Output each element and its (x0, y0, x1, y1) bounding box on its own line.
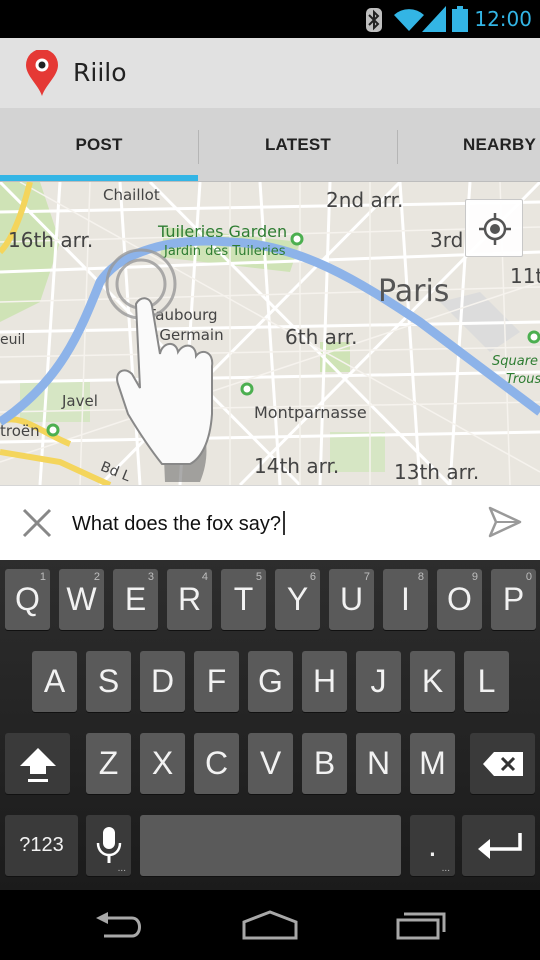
key-s[interactable]: S (86, 651, 131, 712)
tab-post[interactable]: POST (0, 108, 198, 182)
key-i[interactable]: I8 (383, 569, 428, 630)
post-text-input[interactable]: What does the fox say? (72, 511, 286, 536)
enter-icon (477, 832, 522, 859)
tab-latest[interactable]: LATEST (199, 108, 397, 182)
tab-nearby[interactable]: NEARBY (398, 108, 540, 182)
map-label: Montparnasse (254, 403, 367, 422)
key-b[interactable]: B (302, 733, 347, 794)
map-label: 14th arr. (254, 454, 340, 478)
enter-key[interactable] (462, 815, 535, 876)
action-bar: Riilo (0, 38, 540, 108)
period-key[interactable]: .... (410, 815, 455, 876)
map-label: Paris (378, 274, 450, 309)
shift-arrow-icon (19, 747, 56, 782)
key-d[interactable]: D (140, 651, 185, 712)
post-text-value: What does the fox say? (72, 513, 282, 535)
key-c[interactable]: C (194, 733, 239, 794)
map-label: troën (0, 422, 40, 440)
key-h[interactable]: H (302, 651, 347, 712)
map-pin-logo-icon[interactable] (26, 50, 58, 96)
selected-tab-indicator (0, 175, 198, 181)
map-label: Trous (506, 372, 540, 387)
tap-gesture-hand-icon (105, 248, 214, 482)
key-f[interactable]: F (194, 651, 239, 712)
map-label: 11t (510, 264, 540, 288)
bluetooth-icon (366, 8, 382, 32)
map-label: 6th arr. (285, 325, 358, 349)
backspace-key[interactable] (470, 733, 535, 794)
key-k[interactable]: K (410, 651, 455, 712)
shift-key[interactable] (5, 733, 70, 794)
navigation-bar (0, 890, 540, 960)
key-w[interactable]: W2 (59, 569, 104, 630)
map-label: 16th arr. (8, 228, 94, 252)
key-l[interactable]: L (464, 651, 509, 712)
key-v[interactable]: V (248, 733, 293, 794)
map-label: Square (492, 354, 539, 369)
status-bar: 12:00 (0, 0, 540, 38)
key-e[interactable]: E3 (113, 569, 158, 630)
voice-input-key[interactable]: ... (86, 815, 131, 876)
map-label: Javel (62, 392, 98, 410)
close-icon[interactable] (22, 508, 52, 538)
key-m[interactable]: M (410, 733, 455, 794)
space-key[interactable] (140, 815, 401, 876)
key-y[interactable]: Y6 (275, 569, 320, 630)
key-n[interactable]: N (356, 733, 401, 794)
tab-bar: POST LATEST NEARBY (0, 108, 540, 182)
key-q[interactable]: Q1 (5, 569, 50, 630)
compose-bar: What does the fox say? (0, 485, 540, 560)
app-title: Riilo (73, 58, 127, 87)
recent-apps-icon[interactable] (396, 910, 448, 940)
key-u[interactable]: U7 (329, 569, 374, 630)
key-t[interactable]: T5 (221, 569, 266, 630)
key-g[interactable]: G (248, 651, 293, 712)
key-p[interactable]: P0 (491, 569, 536, 630)
map-label: Tuileries Garden (158, 222, 288, 241)
key-z[interactable]: Z (86, 733, 131, 794)
map-label: Chaillot (103, 186, 160, 204)
back-icon[interactable] (94, 912, 146, 940)
key-x[interactable]: X (140, 733, 185, 794)
map-view[interactable]: Chaillot 2nd arr. 16th arr. Tuileries Ga… (0, 182, 540, 485)
key-j[interactable]: J (356, 651, 401, 712)
map-label: 3rd (430, 228, 464, 252)
key-a[interactable]: A (32, 651, 77, 712)
text-caret (283, 511, 286, 535)
send-icon[interactable] (488, 506, 522, 538)
signal-icon (422, 6, 446, 32)
key-r[interactable]: R4 (167, 569, 212, 630)
map-label: 2nd arr. (326, 188, 404, 212)
status-time: 12:00 (474, 7, 532, 31)
home-icon[interactable] (242, 910, 298, 940)
map-label: euil (0, 332, 26, 348)
soft-keyboard: Q1 W2 E3 R4 T5 Y6 U7 I8 O9 P0 A S D F G … (0, 560, 540, 890)
backspace-icon (482, 751, 523, 776)
map-label: 13th arr. (394, 460, 480, 484)
microphone-icon (96, 826, 121, 863)
symbols-key[interactable]: ?123 (5, 815, 78, 876)
wifi-icon (394, 9, 424, 31)
my-location-button[interactable] (465, 199, 523, 257)
crosshair-icon (479, 213, 511, 245)
key-o[interactable]: O9 (437, 569, 482, 630)
battery-icon (452, 6, 468, 32)
